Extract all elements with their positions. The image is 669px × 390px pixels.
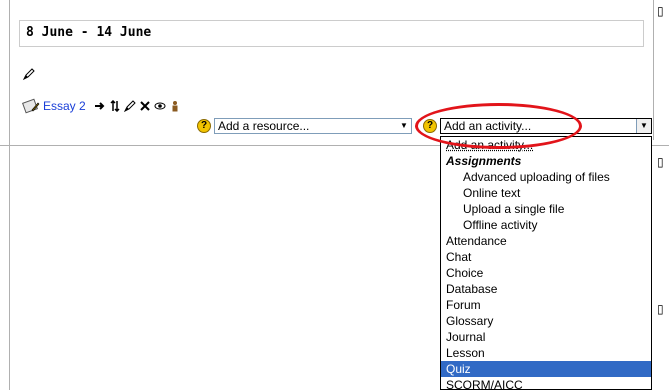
- dropdown-group-label: Assignments: [446, 154, 522, 168]
- dropdown-option[interactable]: Online text: [441, 185, 651, 201]
- eye-icon[interactable]: [154, 100, 166, 112]
- dropdown-option[interactable]: Offline activity: [441, 217, 651, 233]
- dropdown-option[interactable]: Glossary: [441, 313, 651, 329]
- column-divider: [9, 0, 10, 390]
- activity-dropdown-list[interactable]: Add an activity... Assignments Advanced …: [440, 136, 652, 390]
- add-resource-select[interactable]: Add a resource... ▼: [214, 118, 412, 134]
- dropdown-option[interactable]: Forum: [441, 297, 651, 313]
- right-column-divider: [653, 0, 654, 140]
- section-divider-right: [652, 145, 669, 146]
- edge-marker: ▯: [657, 4, 664, 18]
- dropdown-option[interactable]: Advanced uploading of files: [441, 169, 651, 185]
- dropdown-option-highlighted[interactable]: Quiz: [441, 361, 651, 377]
- add-resource-selected: Add a resource...: [218, 119, 310, 133]
- move-icon[interactable]: [109, 100, 121, 112]
- course-page: 8 June - 14 June Essay 2 ? Add a resourc…: [0, 0, 669, 390]
- dropdown-option[interactable]: SCORM/AICC: [441, 377, 651, 389]
- annotation-circle: [415, 103, 582, 149]
- help-icon[interactable]: ?: [197, 119, 211, 133]
- week-title: 8 June - 14 June: [19, 20, 644, 47]
- dropdown-option[interactable]: Database: [441, 281, 651, 297]
- edit-summary-icon[interactable]: [22, 67, 36, 81]
- chevron-down-icon: ▼: [397, 119, 411, 133]
- roles-icon[interactable]: [169, 100, 181, 112]
- assignment-icon: [22, 98, 40, 114]
- edit-icon[interactable]: [123, 100, 136, 112]
- move-right-icon[interactable]: [94, 100, 106, 112]
- edge-marker: ▯: [657, 155, 664, 169]
- essay-link[interactable]: Essay 2: [43, 99, 86, 113]
- section-divider: [0, 145, 440, 146]
- activity-row: Essay 2: [22, 97, 184, 115]
- dropdown-option[interactable]: Upload a single file: [441, 201, 651, 217]
- edge-marker: ▯: [657, 302, 664, 316]
- dropdown-option[interactable]: Journal: [441, 329, 651, 345]
- dropdown-option[interactable]: Chat: [441, 249, 651, 265]
- chevron-down-icon[interactable]: ▼: [636, 119, 651, 133]
- dropdown-option[interactable]: Lesson: [441, 345, 651, 361]
- dropdown-option[interactable]: Attendance: [441, 233, 651, 249]
- dropdown-option[interactable]: Choice: [441, 265, 651, 281]
- delete-icon[interactable]: [139, 100, 151, 112]
